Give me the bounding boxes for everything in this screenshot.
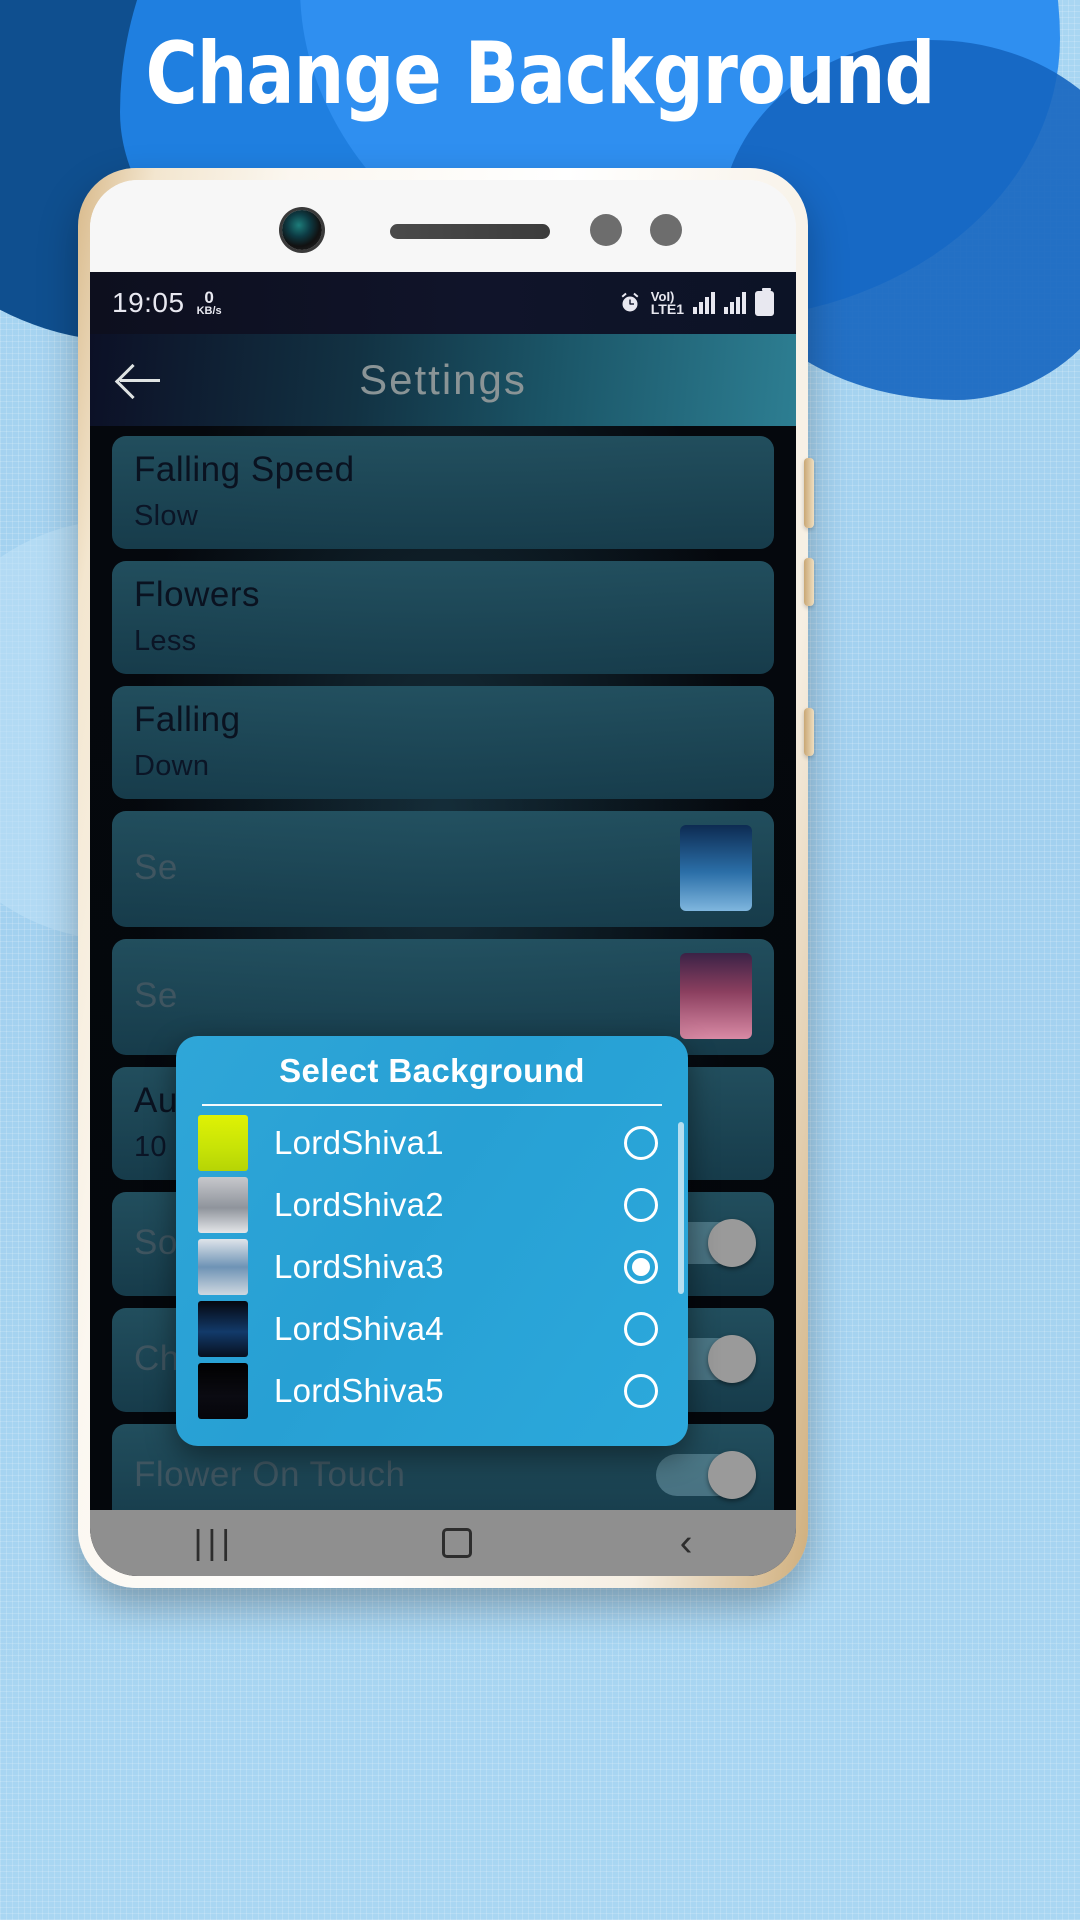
phone-power-button[interactable] (804, 708, 814, 756)
volte-bottom-label: LTE1 (650, 300, 684, 317)
option-label: LordShiva2 (274, 1186, 444, 1223)
option-thumbnail-icon (198, 1301, 248, 1357)
setting-value: Down (134, 750, 210, 782)
navigation-bar[interactable]: ||| ‹ (90, 1510, 796, 1576)
page-title: Change Background (145, 24, 935, 124)
setting-title: Falling Speed (134, 450, 355, 489)
phone-volume-up-button[interactable] (804, 458, 814, 528)
background-option-row[interactable]: LordShiva5 (176, 1360, 688, 1422)
setting-value: Slow (134, 500, 199, 532)
front-camera-icon (282, 210, 322, 250)
app-bar: Settings (90, 334, 796, 426)
status-time: 19:05 (112, 287, 185, 318)
background-option-row[interactable]: LordShiva2 (176, 1174, 688, 1236)
option-thumbnail-icon (198, 1239, 248, 1295)
alarm-icon (621, 292, 639, 312)
option-thumbnail-icon (198, 1363, 248, 1419)
app-screen: 19:05 0 KB/s VoI) LTE1 Settings Falling … (90, 272, 796, 1576)
option-radio-button[interactable] (624, 1312, 658, 1346)
setting-falling[interactable]: Falling Down (112, 686, 774, 799)
option-radio-button-selected[interactable] (624, 1250, 658, 1284)
home-square-icon[interactable] (442, 1528, 473, 1558)
phone-top-bezel (90, 180, 796, 272)
setting-thumbnail (680, 953, 752, 1039)
option-radio-button[interactable] (624, 1188, 658, 1222)
setting-thumbnail (680, 825, 752, 911)
app-bar-title: Settings (359, 356, 527, 403)
option-label: LordShiva5 (274, 1372, 444, 1409)
signal-bars-sim1 (693, 292, 715, 314)
setting-falling-speed[interactable]: Falling Speed Slow (112, 436, 774, 549)
status-bar: 19:05 0 KB/s VoI) LTE1 (90, 272, 796, 334)
option-thumbnail-icon (198, 1177, 248, 1233)
dialog-title: Select Background (279, 1052, 585, 1089)
battery-icon (755, 287, 774, 316)
background-option-row[interactable]: LordShiva1 (176, 1112, 688, 1174)
proximity-sensor (590, 214, 622, 246)
flower-on-touch-toggle[interactable] (656, 1451, 756, 1499)
light-sensor (650, 214, 682, 246)
phone-screen-area: 19:05 0 KB/s VoI) LTE1 Settings Falling … (90, 180, 796, 1576)
option-radio-button[interactable] (624, 1126, 658, 1160)
setting-title: Flower On Touch (134, 1455, 406, 1494)
background-option-row[interactable]: LordShiva3 (176, 1236, 688, 1298)
option-label: LordShiva3 (274, 1248, 444, 1285)
setting-title: Se (134, 848, 178, 887)
status-network-rate: 0 KB/s (196, 288, 222, 317)
setting-title: Flowers (134, 575, 261, 614)
option-thumbnail-icon (198, 1115, 248, 1171)
option-label: LordShiva1 (274, 1124, 444, 1161)
select-background-dialog[interactable]: Select Background LordShiva1 LordShiva2 (176, 1036, 688, 1446)
phone-volume-down-button[interactable] (804, 558, 814, 606)
option-label: LordShiva4 (274, 1310, 444, 1347)
volte-indicator: VoI) LTE1 (650, 290, 684, 317)
phone-mockup: 19:05 0 KB/s VoI) LTE1 Settings Falling … (78, 168, 814, 1588)
network-rate-unit: KB/s (196, 304, 222, 317)
background-option-row[interactable]: LordShiva4 (176, 1298, 688, 1360)
recents-icon[interactable]: ||| (194, 1524, 236, 1563)
signal-bars-sim2 (724, 292, 746, 314)
earpiece-speaker (390, 224, 550, 239)
network-rate-value: 0 (204, 288, 214, 308)
status-icons: VoI) LTE1 (618, 287, 774, 317)
dialog-scrollbar[interactable] (678, 1122, 684, 1294)
back-chevron-icon[interactable]: ‹ (680, 1524, 693, 1562)
option-radio-button[interactable] (624, 1374, 658, 1408)
dialog-divider (202, 1104, 662, 1106)
settings-list[interactable]: Falling Speed Slow Flowers Less Falling … (90, 426, 796, 1510)
setting-select-background[interactable]: Se (112, 811, 774, 927)
setting-title: Se (134, 976, 178, 1015)
setting-flowers[interactable]: Flowers Less (112, 561, 774, 674)
setting-title: Falling (134, 700, 241, 739)
setting-value: Less (134, 625, 197, 657)
